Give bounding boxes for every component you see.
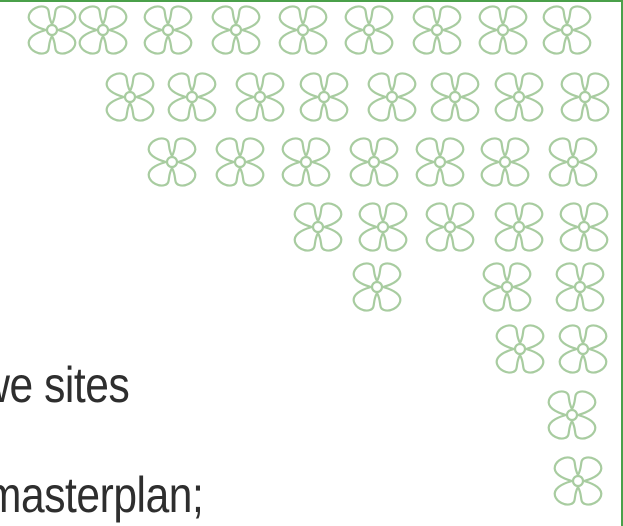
quatrefoil-knot-icon <box>415 137 465 187</box>
frame-top-border <box>0 0 623 2</box>
quatrefoil-knot-icon <box>478 5 528 55</box>
quatrefoil-knot-icon <box>105 72 155 122</box>
quatrefoil-knot-icon <box>78 5 128 55</box>
quatrefoil-knot-icon <box>281 137 331 187</box>
quatrefoil-knot-icon <box>299 72 349 122</box>
quatrefoil-knot-icon <box>293 202 343 252</box>
quatrefoil-knot-icon <box>494 72 544 122</box>
quatrefoil-knot-icon <box>425 202 475 252</box>
quatrefoil-knot-icon <box>494 202 544 252</box>
quatrefoil-knot-icon <box>559 202 609 252</box>
quatrefoil-knot-icon <box>542 5 592 55</box>
quatrefoil-knot-icon <box>495 324 545 374</box>
quatrefoil-knot-icon <box>215 137 265 187</box>
quatrefoil-knot-icon <box>349 137 399 187</box>
quatrefoil-knot-icon <box>27 5 77 55</box>
quatrefoil-knot-icon <box>558 324 608 374</box>
quatrefoil-knot-icon <box>278 5 328 55</box>
quatrefoil-knot-icon <box>548 137 598 187</box>
slide: uwe sites masterplan; <box>0 0 623 526</box>
quatrefoil-knot-icon <box>143 5 193 55</box>
quatrefoil-knot-icon <box>344 5 394 55</box>
quatrefoil-knot-icon <box>358 202 408 252</box>
quatrefoil-knot-icon <box>211 5 261 55</box>
quatrefoil-knot-icon <box>412 5 462 55</box>
quatrefoil-knot-icon <box>555 262 605 312</box>
body-text-line-2: masterplan; <box>0 467 204 523</box>
quatrefoil-knot-icon <box>235 72 285 122</box>
quatrefoil-knot-icon <box>167 72 217 122</box>
quatrefoil-knot-icon <box>430 72 480 122</box>
quatrefoil-knot-icon <box>547 390 597 440</box>
quatrefoil-knot-icon <box>553 456 603 506</box>
quatrefoil-knot-icon <box>560 72 610 122</box>
quatrefoil-knot-icon <box>147 137 197 187</box>
quatrefoil-knot-icon <box>352 262 402 312</box>
quatrefoil-knot-icon <box>367 72 417 122</box>
quatrefoil-knot-icon <box>480 137 530 187</box>
body-text-line-1: uwe sites <box>0 357 130 413</box>
decorative-knot-pattern <box>27 5 610 506</box>
quatrefoil-knot-icon <box>482 262 532 312</box>
